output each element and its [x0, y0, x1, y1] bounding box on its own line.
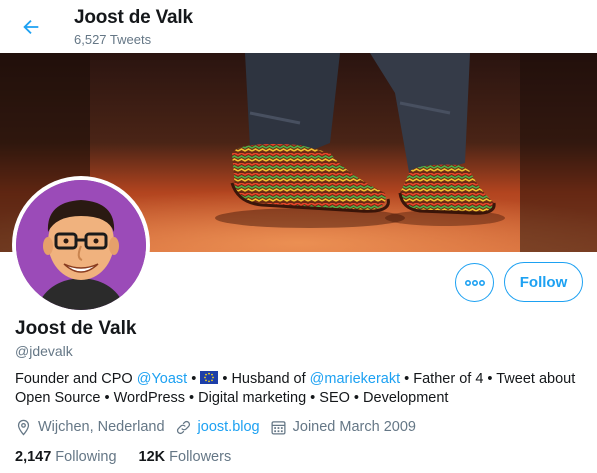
mention-link[interactable]: @mariekerakt: [310, 371, 400, 387]
profile-bio: Founder and CPO @Yoast • • Husband of @m…: [15, 370, 585, 408]
more-dots-icon: [464, 279, 485, 286]
mention-link[interactable]: @Yoast: [137, 371, 187, 387]
follow-button[interactable]: Follow: [504, 262, 583, 302]
profile-meta: Wijchen, Nederland joost.blog Joined Mar…: [15, 417, 426, 437]
following-count: 2,147: [15, 449, 52, 465]
location-item: Wijchen, Nederland: [15, 419, 165, 436]
link-icon: [176, 420, 190, 434]
following-link[interactable]: 2,147 Following: [15, 449, 117, 465]
joined-item: Joined March 2009: [270, 419, 416, 436]
back-button[interactable]: [14, 10, 48, 44]
bio-text: • Husband of: [218, 371, 310, 387]
arrow-left-icon: [23, 19, 39, 35]
website-item[interactable]: joost.blog: [175, 419, 260, 436]
joined-text: Joined March 2009: [292, 419, 416, 435]
followers-count: 12K: [138, 449, 166, 465]
avatar-image: [16, 180, 146, 310]
following-label: Following: [55, 449, 117, 465]
eu-flag-icon: [200, 371, 219, 384]
profile-handle: @jdevalk: [15, 343, 73, 359]
header-title: Joost de Valk: [74, 7, 193, 28]
calendar-icon: [271, 420, 286, 435]
bio-text: Founder and CPO: [15, 371, 137, 387]
tweet-count: 6,527 Tweets: [74, 32, 152, 47]
location-pin-icon: [17, 419, 30, 436]
profile-stats: 2,147 Following 12K Followers: [15, 447, 253, 467]
website-link[interactable]: joost.blog: [198, 419, 260, 435]
followers-link[interactable]: 12K Followers: [139, 449, 232, 465]
profile-name: Joost de Valk: [15, 318, 137, 339]
avatar[interactable]: [12, 176, 150, 314]
location-text: Wijchen, Nederland: [38, 419, 165, 435]
bio-text: •: [187, 371, 201, 387]
profile-header: Joost de Valk 6,527 Tweets: [0, 0, 597, 53]
more-options-button[interactable]: [455, 263, 494, 302]
followers-label: Followers: [169, 449, 232, 465]
